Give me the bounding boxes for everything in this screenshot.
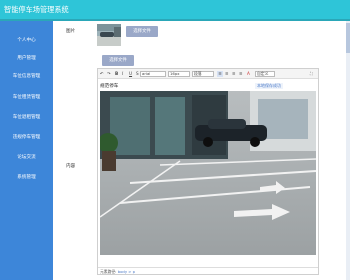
status-element-path[interactable]: body > p [118, 269, 135, 274]
sidebar-item-system[interactable]: 系统管理 [0, 173, 53, 183]
sidebar-item-rentals[interactable]: 车位租赁管理 [0, 93, 53, 103]
parking-photo-graphic [100, 91, 316, 255]
italic-button[interactable]: I [122, 71, 123, 77]
sidebar-item-label: 个人中心 [17, 38, 36, 43]
app-header: 智能停车场管理系统 [0, 0, 350, 19]
undo-icon[interactable]: ↶ [100, 71, 104, 77]
upload-image-button[interactable]: 选择文件 [126, 26, 158, 37]
upload-file-button[interactable]: 选择文件 [102, 55, 134, 66]
sidebar-item-violations[interactable]: 违规停车管理 [0, 133, 53, 143]
align-left-icon[interactable]: ≡ [217, 71, 223, 77]
sidebar-item-label: 论坛交流 [17, 155, 36, 160]
font-family-select[interactable]: arial [140, 71, 166, 77]
font-size-select[interactable]: 16px [168, 71, 190, 77]
more-options-select[interactable]: 自定义 [255, 71, 275, 77]
status-prefix: 元素路径: [100, 269, 117, 274]
app-title: 智能停车场管理系统 [4, 5, 69, 14]
page-scrollbar[interactable] [346, 21, 350, 280]
rich-text-editor[interactable]: ↶ ↷ B I U S arial 16px 段落 ≡ ≡ ≡ ≡ A 自定义 … [97, 68, 319, 275]
page-scrollbar-thumb[interactable] [346, 23, 350, 53]
editor-statusbar: 元素路径: body > p [98, 267, 318, 274]
paragraph-select[interactable]: 段落 [192, 71, 214, 77]
redo-icon[interactable]: ↷ [107, 71, 111, 77]
underline-button[interactable]: U [129, 71, 132, 77]
editor-caption: 规范停车 [100, 84, 119, 89]
font-color-button[interactable]: A [247, 71, 250, 77]
upload-image-button-label: 选择文件 [133, 29, 151, 34]
align-justify-icon[interactable]: ≡ [239, 71, 243, 77]
parking-lot-photo [100, 91, 316, 255]
bold-button[interactable]: B [115, 71, 118, 77]
sidebar-item-label: 车位信息管理 [12, 74, 41, 79]
sidebar-item-returns[interactable]: 车位退租管理 [0, 113, 53, 123]
sidebar-item-label: 用户管理 [17, 56, 36, 61]
sidebar-item-users[interactable]: 用户管理 [0, 54, 53, 64]
sidebar-item-label: 违规停车管理 [12, 135, 41, 140]
upload-file-button-label: 选择文件 [109, 58, 127, 63]
image-thumbnail[interactable] [97, 24, 121, 46]
sidebar-item-label: 系统管理 [17, 175, 36, 180]
strikethrough-icon[interactable]: S [136, 71, 139, 77]
sidebar: 个人中心 用户管理 车位信息管理 车位租赁管理 车位退租管理 违规停车管理 论坛… [0, 21, 53, 280]
sidebar-item-profile[interactable]: 个人中心 [0, 36, 53, 46]
editor-toolbar: ↶ ↷ B I U S arial 16px 段落 ≡ ≡ ≡ ≡ A 自定义 … [98, 69, 318, 79]
float-button[interactable]: 本地保存成功 [255, 83, 283, 89]
align-right-icon[interactable]: ≡ [232, 71, 236, 77]
fullscreen-icon[interactable]: ⛶ [310, 71, 313, 77]
sidebar-item-label: 车位租赁管理 [12, 95, 41, 100]
sidebar-item-label: 车位退租管理 [12, 115, 41, 120]
image-field-label: 图片 [66, 29, 76, 34]
thumbnail-photo [97, 24, 121, 46]
align-center-icon[interactable]: ≡ [225, 71, 229, 77]
content-field-label: 内容 [66, 164, 76, 169]
sidebar-item-forum[interactable]: 论坛交流 [0, 153, 53, 163]
sidebar-item-parking-spaces[interactable]: 车位信息管理 [0, 72, 53, 82]
